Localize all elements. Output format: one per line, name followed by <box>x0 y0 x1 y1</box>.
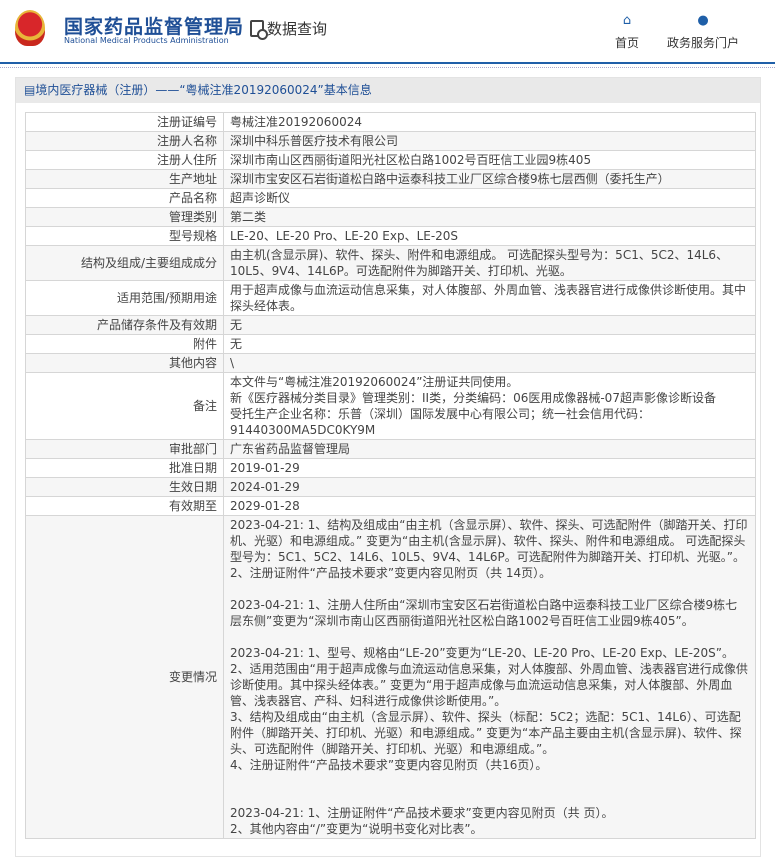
table-row: 型号规格 LE-20、LE-20 Pro、LE-20 Exp、LE-20S <box>25 226 756 246</box>
table-row: 注册证编号 粤械注准20192060024 <box>25 112 756 132</box>
table-row: 审批部门 广东省药品监督管理局 <box>25 439 756 459</box>
field-label: 适用范围/预期用途 <box>25 280 224 316</box>
table-row: 其他内容 \ <box>25 353 756 373</box>
field-value: 由主机(含显示屏)、软件、探头、附件和电源组成。 可选配探头型号为：5C1、5C… <box>223 245 756 281</box>
table-row: 附件无 <box>25 334 756 354</box>
home-icon: ⌂ <box>622 13 632 28</box>
field-label: 生效日期 <box>25 477 224 497</box>
divider <box>0 64 775 68</box>
table-row: 有效期至 2029-01-28 <box>25 496 756 516</box>
user-icon: ● <box>697 13 709 28</box>
nav-service-portal-label: 政务服务门户 <box>666 36 739 50</box>
field-label: 备注 <box>25 372 224 440</box>
data-query-link[interactable]: 数据查询 <box>250 18 328 40</box>
field-value: LE-20、LE-20 Pro、LE-20 Exp、LE-20S <box>223 226 756 246</box>
field-value: 2024-01-29 <box>223 477 756 497</box>
table-row: 适用范围/预期用途 用于超声成像与血流运动信息采集，对人体腹部、外周血管、浅表器官… <box>25 280 756 316</box>
field-label: 审批部门 <box>25 439 224 459</box>
field-label: 管理类别 <box>25 207 224 227</box>
field-value: 深圳市宝安区石岩街道松白路中运泰科技工业厂区综合楼9栋七层西侧（委托生产） <box>223 169 756 189</box>
table-row: 注册人名称 深圳中科乐普医疗技术有限公司 <box>25 131 756 151</box>
panel-title: ▤境内医疗器械（注册）——“粤械注准20192060024”基本信息 <box>16 78 760 103</box>
field-label: 有效期至 <box>25 496 224 516</box>
field-label: 产品储存条件及有效期 <box>25 315 224 335</box>
field-value: 无 <box>223 315 756 335</box>
field-value: 深圳中科乐普医疗技术有限公司 <box>223 131 756 151</box>
detail-panel: ▤境内医疗器械（注册）——“粤械注准20192060024”基本信息 注册证编号… <box>15 77 761 857</box>
field-label: 型号规格 <box>25 226 224 246</box>
field-label: 注册证编号 <box>25 112 224 132</box>
table-row: 产品储存条件及有效期无 <box>25 315 756 335</box>
field-value: 2023-04-21: 1、结构及组成由“由主机（含显示屏）、软件、探头、可选配… <box>223 515 756 839</box>
table-row: 生效日期 2024-01-29 <box>25 477 756 497</box>
panel-title-text: 境内医疗器械（注册）——“粤械注准20192060024”基本信息 <box>35 83 372 97</box>
field-value: 第二类 <box>223 207 756 227</box>
national-emblem-logo <box>15 10 45 46</box>
table-row: 注册人住所 深圳市南山区西丽街道阳光社区松白路1002号百旺信工业园9栋405 <box>25 150 756 170</box>
field-label: 结构及组成/主要组成成分 <box>25 245 224 281</box>
data-query-label: 数据查询 <box>267 20 328 38</box>
table-row: 产品名称 超声诊断仪 <box>25 188 756 208</box>
field-label: 生产地址 <box>25 169 224 189</box>
table-row: 批准日期 2019-01-29 <box>25 458 756 478</box>
field-label: 注册人名称 <box>25 131 224 151</box>
field-value: 广东省药品监督管理局 <box>223 439 756 459</box>
field-label: 附件 <box>25 334 224 354</box>
nav-home-label: 首页 <box>614 36 639 50</box>
field-value: 无 <box>223 334 756 354</box>
field-value: 2029-01-28 <box>223 496 756 516</box>
nav-service-portal[interactable]: ● 政务服务门户 <box>665 14 741 51</box>
info-table: 注册证编号 粤械注准20192060024 注册人名称 深圳中科乐普医疗技术有限公司注… <box>25 112 756 839</box>
field-value: 本文件与“粤械注准20192060024”注册证共同使用。 新《医疗器械分类目录… <box>223 372 756 440</box>
field-value: \ <box>223 353 756 373</box>
field-value: 深圳市南山区西丽街道阳光社区松白路1002号百旺信工业园9栋405 <box>223 150 756 170</box>
table-row: 生产地址 深圳市宝安区石岩街道松白路中运泰科技工业厂区综合楼9栋七层西侧（委托生产… <box>25 169 756 189</box>
field-value: 粤械注准20192060024 <box>223 112 756 132</box>
table-row: 结构及组成/主要组成成分 由主机(含显示屏)、软件、探头、附件和电源组成。 可选配… <box>25 245 756 281</box>
field-value: 2019-01-29 <box>223 458 756 478</box>
field-label: 批准日期 <box>25 458 224 478</box>
document-icon: ▤ <box>24 83 36 97</box>
field-value: 用于超声成像与血流运动信息采集，对人体腹部、外周血管、浅表器官进行成像供诊断使用… <box>223 280 756 316</box>
brand-name-cn[interactable]: 国家药品监督管理局 <box>64 12 244 39</box>
field-label: 产品名称 <box>25 188 224 208</box>
field-value: 超声诊断仪 <box>223 188 756 208</box>
brand-name-en: National Medical Products Administration <box>64 36 229 45</box>
document-search-icon <box>250 20 268 40</box>
field-label: 注册人住所 <box>25 150 224 170</box>
table-row: 管理类别 第二类 <box>25 207 756 227</box>
table-row: 备注 本文件与“粤械注准20192060024”注册证共同使用。 新《医疗器械分类… <box>25 372 756 440</box>
field-label: 其他内容 <box>25 353 224 373</box>
field-label: 变更情况 <box>25 515 224 839</box>
site-header: 国家药品监督管理局 National Medical Products Admi… <box>0 0 775 64</box>
nav-home[interactable]: ⌂ 首页 <box>612 14 642 51</box>
table-row: 变更情况 2023-04-21: 1、结构及组成由“由主机（含显示屏）、软件、探头… <box>25 515 756 839</box>
